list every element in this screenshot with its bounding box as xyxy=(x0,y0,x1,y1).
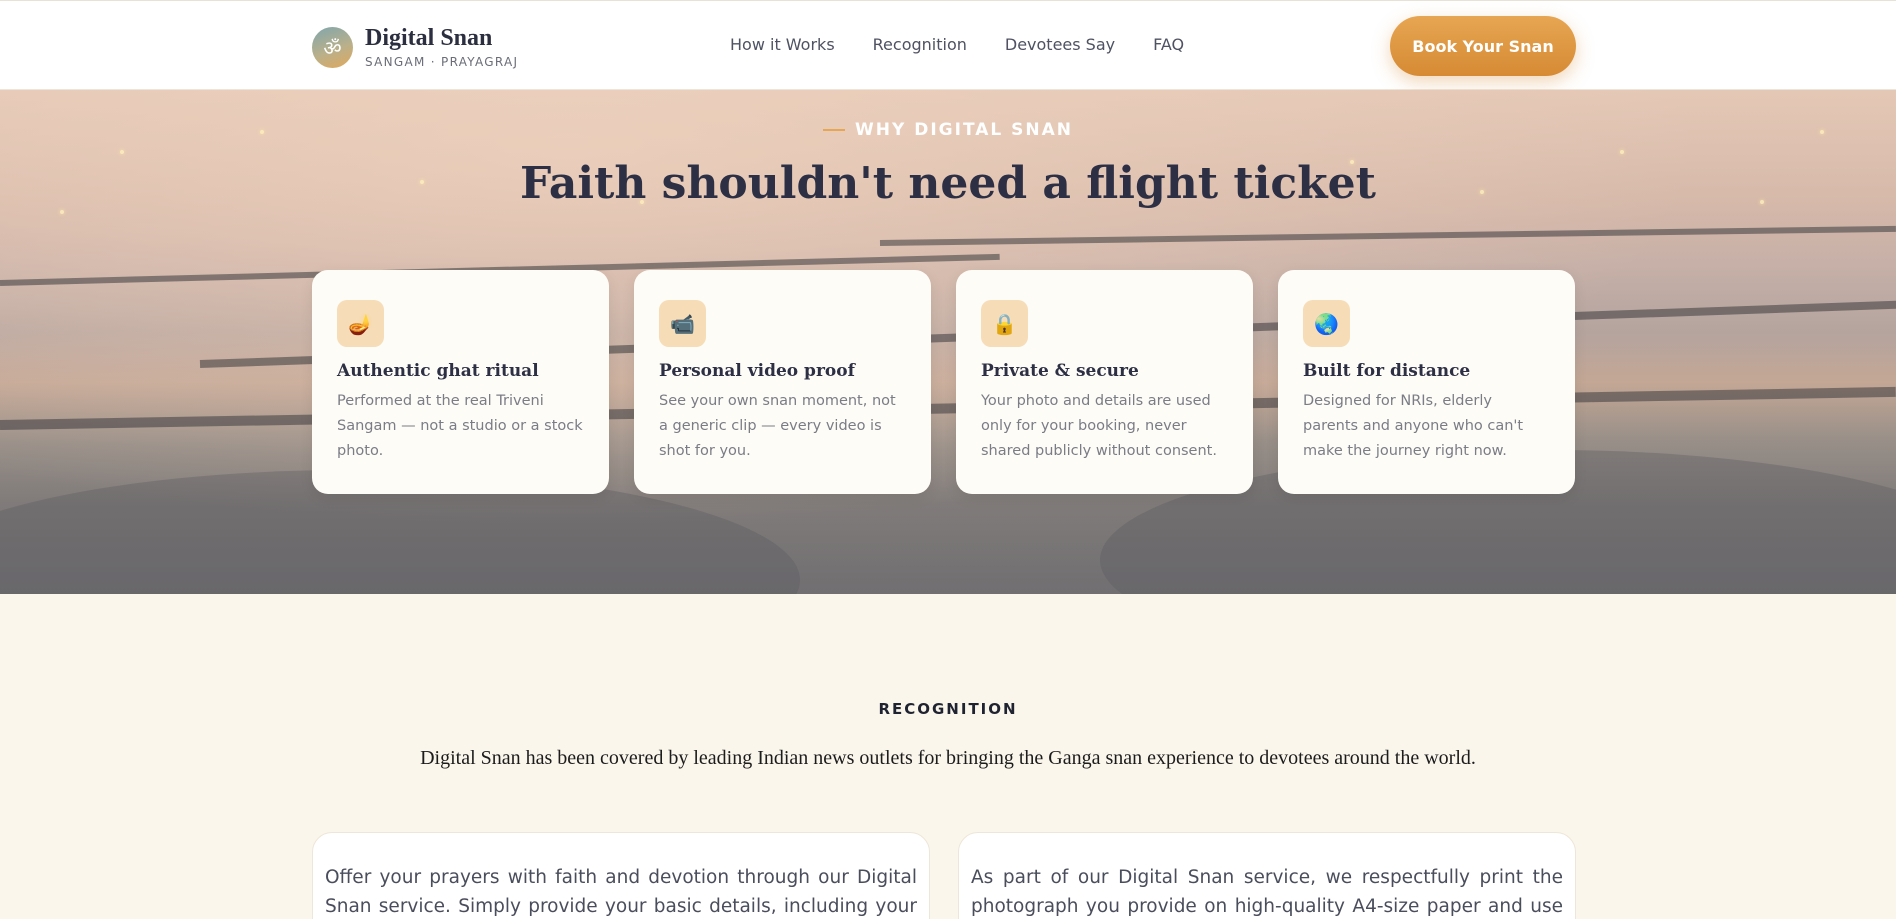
section-title: Faith shouldn't need a flight ticket xyxy=(519,158,1376,209)
recognition-card: Offer your prayers with faith and devoti… xyxy=(312,832,930,919)
feature-card-title: Built for distance xyxy=(1303,361,1471,381)
feature-card: 🌏 Built for distance Designed for NRIs, … xyxy=(1278,270,1575,494)
site-header: ॐ Digital Snan SANGAM · PRAYAGRAJ How it… xyxy=(0,0,1896,90)
feature-card-text: Performed at the real Triveni Sangam — n… xyxy=(337,393,583,459)
feature-card: 🪔 Authentic ghat ritual Performed at the… xyxy=(312,270,609,494)
brand-name: Digital Snan xyxy=(365,25,493,51)
nav-faq[interactable]: FAQ xyxy=(1153,35,1184,54)
nav-devotees-say[interactable]: Devotees Say xyxy=(1005,35,1115,54)
section-eyebrow: WHY DIGITAL SNAN xyxy=(0,120,1896,140)
eyebrow-dash xyxy=(823,129,846,131)
feature-card-text: Designed for NRIs, elderly parents and a… xyxy=(1303,393,1524,459)
why-section-hero: WHY DIGITAL SNAN Faith shouldn't need a … xyxy=(0,90,1896,594)
recognition-card-text: As part of our Digital Snan service, we … xyxy=(971,867,1563,917)
feature-cards: 🪔 Authentic ghat ritual Performed at the… xyxy=(312,270,1575,494)
nav-recognition[interactable]: Recognition xyxy=(873,35,967,54)
brand-logo-link[interactable]: ॐ Digital Snan SANGAM · PRAYAGRAJ xyxy=(312,25,518,69)
feature-card-text: Your photo and details are used only for… xyxy=(981,393,1217,459)
feature-card-title: Private & secure xyxy=(981,361,1139,381)
brand-subtitle: SANGAM · PRAYAGRAJ xyxy=(365,55,519,69)
feature-card-title: Personal video proof xyxy=(659,361,855,381)
camera-icon: 📹 xyxy=(659,300,706,347)
feature-card: 🔒 Private & secure Your photo and detail… xyxy=(956,270,1253,494)
eyebrow-text: WHY DIGITAL SNAN xyxy=(855,120,1073,140)
recognition-card-text: Offer your prayers with faith and devoti… xyxy=(325,867,917,917)
diya-icon: 🪔 xyxy=(337,300,384,347)
recognition-card: As part of our Digital Snan service, we … xyxy=(958,832,1576,919)
feature-card: 📹 Personal video proof See your own snan… xyxy=(634,270,931,494)
nav-how-it-works[interactable]: How it Works xyxy=(730,35,835,54)
om-icon: ॐ xyxy=(312,26,353,68)
main-nav: How it Works Recognition Devotees Say FA… xyxy=(730,35,1184,54)
lock-icon: 🔒 xyxy=(981,300,1028,347)
brand-text: Digital Snan SANGAM · PRAYAGRAJ xyxy=(365,25,518,69)
recognition-description: Digital Snan has been covered by leading… xyxy=(420,747,1476,769)
book-your-snan-button[interactable]: Book Your Snan xyxy=(1390,16,1576,76)
globe-icon: 🌏 xyxy=(1303,300,1350,347)
recognition-label: RECOGNITION xyxy=(878,700,1018,718)
feature-card-title: Authentic ghat ritual xyxy=(337,361,539,381)
feature-card-text: See your own snan moment, not a generic … xyxy=(659,393,896,459)
